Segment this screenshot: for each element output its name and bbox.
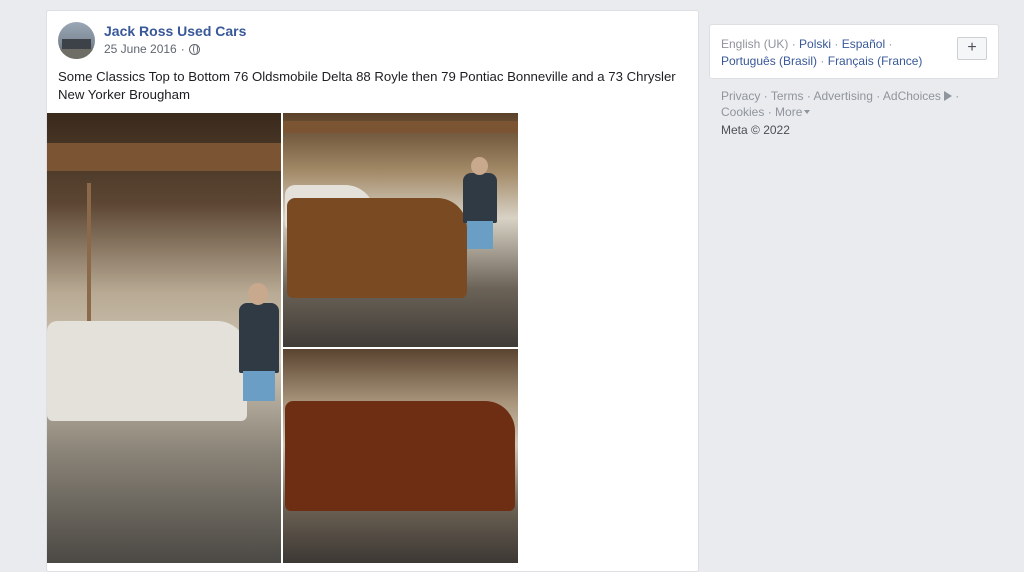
language-current: English (UK): [721, 37, 789, 51]
photo-car-shape: [285, 401, 515, 511]
language-selector: English (UK) · Polski · Español · Portug…: [709, 24, 999, 79]
language-link-polski[interactable]: Polski: [799, 37, 831, 51]
photo-pontiac[interactable]: [283, 113, 518, 347]
language-separator: ·: [834, 37, 839, 51]
photo-car-shape: [47, 321, 247, 421]
footer-link-more-label: More: [775, 105, 803, 119]
post-text: Some Classics Top to Bottom 76 Oldsmobil…: [58, 69, 676, 102]
footer-separator: ·: [955, 89, 960, 103]
footer-separator: ·: [806, 89, 811, 103]
language-link-portugues[interactable]: Português (Brasil): [721, 54, 817, 68]
language-separator: ·: [888, 37, 893, 51]
footer-separator: ·: [763, 89, 768, 103]
footer-link-adchoices-label: AdChoices: [882, 89, 941, 103]
photo-car-shape: [287, 198, 467, 298]
photo-oldsmobile[interactable]: [47, 113, 281, 563]
page-avatar[interactable]: [58, 22, 95, 59]
avatar-ground-shape: [58, 49, 95, 59]
photo-person-shape: [463, 173, 497, 223]
photo-person-legs-shape: [467, 221, 493, 249]
photo-person-head-shape: [248, 283, 268, 305]
avatar-building-shape: [62, 39, 91, 49]
photo-person-shape: [239, 303, 279, 373]
add-language-button[interactable]: +: [957, 37, 987, 60]
adchoices-icon: [943, 91, 952, 101]
footer-copyright: Meta © 2022: [721, 123, 790, 137]
photo-beam-shape: [47, 143, 281, 171]
globe-icon[interactable]: [188, 43, 200, 55]
photo-beam-shape: [283, 121, 518, 133]
footer-link-cookies[interactable]: Cookies: [721, 105, 764, 119]
footer-separator: ·: [767, 105, 772, 119]
footer-separator: ·: [876, 89, 881, 103]
language-separator: ·: [791, 37, 796, 51]
footer-link-advertising[interactable]: Advertising: [814, 89, 873, 103]
footer-link-more[interactable]: More: [775, 105, 811, 119]
post-meta: 25 June 2016 ·: [104, 42, 200, 56]
photo-chrysler[interactable]: [283, 349, 518, 563]
photo-person-legs-shape: [243, 371, 275, 401]
language-separator: ·: [820, 54, 825, 68]
meta-separator: ·: [180, 42, 185, 56]
language-link-francais[interactable]: Français (France): [828, 54, 923, 68]
footer-link-privacy[interactable]: Privacy: [721, 89, 760, 103]
post-date-link[interactable]: 25 June 2016: [104, 42, 177, 56]
feed-post: Jack Ross Used Cars 25 June 2016 · Some …: [46, 10, 699, 572]
footer-link-adchoices[interactable]: AdChoices: [883, 89, 952, 103]
page-name-link[interactable]: Jack Ross Used Cars: [104, 23, 246, 39]
footer-link-terms[interactable]: Terms: [771, 89, 804, 103]
caret-down-icon: [804, 110, 811, 114]
language-list: English (UK) · Polski · Español · Portug…: [721, 36, 951, 70]
language-link-espanol[interactable]: Español: [842, 37, 885, 51]
footer-links: Privacy · Terms · Advertising · AdChoice…: [721, 88, 981, 138]
photo-person-head-shape: [471, 157, 488, 175]
